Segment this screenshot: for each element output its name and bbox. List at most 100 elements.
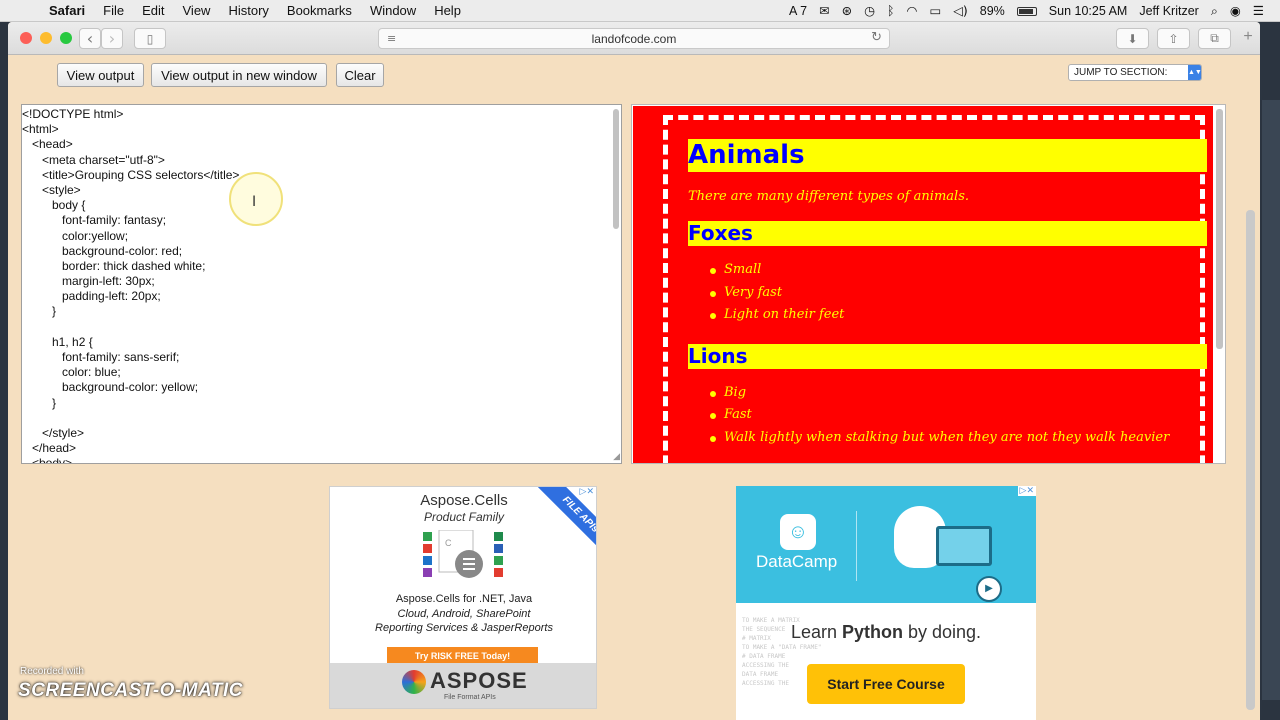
code-line[interactable]: <style>: [22, 183, 239, 198]
start-free-course-button[interactable]: Start Free Course: [807, 664, 965, 704]
menu-app-safari[interactable]: Safari: [40, 3, 94, 18]
airplay-icon[interactable]: ▭: [923, 3, 947, 18]
list-item: Very fast: [710, 282, 1200, 305]
code-line[interactable]: </style>: [22, 426, 239, 441]
clear-button[interactable]: Clear: [336, 63, 384, 87]
list-item: Big: [710, 382, 1200, 405]
menu-bar: Safari File Edit View History Bookmarks …: [0, 0, 1280, 22]
volume-icon[interactable]: ◁): [947, 3, 974, 18]
divider: [856, 511, 857, 581]
menu-window[interactable]: Window: [361, 3, 425, 18]
code-line[interactable]: <!DOCTYPE html>: [22, 107, 239, 122]
code-line[interactable]: margin-left: 30px;: [22, 274, 239, 289]
preview-scrollbar[interactable]: [1216, 109, 1223, 349]
ad-choices-icon[interactable]: ▷✕: [1017, 486, 1036, 496]
zoom-window-button[interactable]: [60, 32, 72, 44]
menu-history[interactable]: History: [219, 3, 277, 18]
code-line[interactable]: border: thick dashed white;: [22, 259, 239, 274]
reader-icon[interactable]: ≡: [387, 32, 396, 45]
spotlight-search-icon[interactable]: ⌕: [1205, 3, 1224, 19]
code-line[interactable]: <meta charset="utf-8">: [22, 153, 239, 168]
learn-bold: Python: [841, 622, 903, 642]
svg-text:C: C: [445, 538, 452, 548]
ad-desc-line2: Cloud, Android, SharePoint: [397, 607, 531, 620]
siri-icon[interactable]: ◉: [1224, 3, 1247, 18]
code-line[interactable]: padding-left: 20px;: [22, 289, 239, 304]
downloads-button[interactable]: ⬇: [1116, 28, 1149, 49]
code-line[interactable]: <title>Grouping CSS selectors</title>: [22, 168, 239, 183]
view-output-button[interactable]: View output: [57, 63, 144, 87]
menu-view[interactable]: View: [174, 3, 220, 18]
menu-file[interactable]: File: [94, 3, 133, 18]
time-machine-icon[interactable]: ◷: [858, 3, 881, 18]
forward-button[interactable]: ›: [101, 28, 123, 49]
aspose-footer: ASPOSE File Format APIs: [330, 663, 596, 708]
resize-grip-icon[interactable]: ◢: [613, 451, 620, 462]
file-format-icons: C: [423, 530, 503, 578]
browser-toolbar: ‹ › ▯ ≡ landofcode.com ↻ ⬇ ⇧ ⧉ +: [8, 22, 1260, 55]
code-editor[interactable]: <!DOCTYPE html> <html> <head> <meta chars…: [21, 104, 622, 464]
text-cursor-icon: I: [252, 194, 257, 210]
window-scrollbar[interactable]: [1246, 210, 1255, 710]
adobe-status-item[interactable]: A 7: [783, 4, 813, 18]
battery-icon[interactable]: [1011, 4, 1043, 18]
preview-body: Animals There are many different types o…: [663, 115, 1207, 463]
user-name[interactable]: Jeff Kritzer: [1133, 4, 1205, 18]
dropbox-icon[interactable]: ✉: [813, 3, 835, 18]
aspose-ad[interactable]: Aspose.Cells Product Family FILE APIs C …: [329, 486, 597, 709]
code-line[interactable]: }: [22, 304, 239, 319]
list-item: Walk lightly when stalking but when they…: [710, 427, 1200, 450]
bluetooth-icon[interactable]: ᛒ: [881, 3, 901, 18]
sidebar-toggle-button[interactable]: ▯: [134, 28, 166, 49]
menu-help[interactable]: Help: [425, 3, 470, 18]
safari-window: ‹ › ▯ ≡ landofcode.com ↻ ⬇ ⇧ ⧉ + View ou…: [8, 22, 1260, 720]
code-line[interactable]: <head>: [22, 137, 239, 152]
menu-bookmarks[interactable]: Bookmarks: [278, 3, 361, 18]
wifi-icon[interactable]: ◠: [901, 3, 924, 18]
learn-suffix: by doing.: [902, 622, 982, 642]
datacamp-brand: DataCamp: [756, 552, 838, 571]
code-line[interactable]: [22, 411, 239, 426]
code-line[interactable]: background-color: red;: [22, 244, 239, 259]
page-content: View output View output in new window Cl…: [8, 55, 1260, 720]
code-line[interactable]: }: [22, 396, 239, 411]
notification-center-icon[interactable]: ☰: [1247, 3, 1270, 18]
code-line[interactable]: background-color: yellow;: [22, 380, 239, 395]
code-line[interactable]: body {: [22, 198, 239, 213]
minimize-window-button[interactable]: [40, 32, 52, 44]
tabs-overview-button[interactable]: ⧉: [1198, 28, 1231, 49]
code-text[interactable]: <!DOCTYPE html> <html> <head> <meta chars…: [22, 107, 239, 463]
ad-choices-icon[interactable]: ▷✕: [577, 487, 596, 497]
status-area: A 7 ✉ ⊛ ◷ ᛒ ◠ ▭ ◁) 89% Sun 10:25 AM Jeff…: [783, 3, 1280, 19]
menu-edit[interactable]: Edit: [133, 3, 173, 18]
select-arrows-icon: ▲▼: [1188, 65, 1202, 80]
datacamp-banner: ☺ DataCamp ▶: [736, 486, 1036, 603]
battery-percent[interactable]: 89%: [974, 4, 1011, 18]
aspose-logo: ASPOSE: [430, 668, 528, 693]
share-button[interactable]: ⇧: [1157, 28, 1190, 49]
code-line[interactable]: h1, h2 {: [22, 335, 239, 350]
code-line[interactable]: <html>: [22, 122, 239, 137]
datacamp-logo-icon: ☺: [780, 514, 816, 550]
datacamp-ad[interactable]: ☺ DataCamp ▶ TO MAKE A MATRIX THE SEQUEN…: [736, 486, 1036, 720]
list-item: Light on their feet: [710, 304, 1200, 327]
editor-scrollbar[interactable]: [613, 109, 619, 229]
sync-icon[interactable]: ⊛: [836, 3, 858, 18]
code-line[interactable]: color: blue;: [22, 365, 239, 380]
jump-select-value: JUMP TO SECTION:: [1074, 67, 1168, 78]
reload-icon[interactable]: ↻: [871, 30, 882, 45]
code-line[interactable]: <body>: [22, 456, 239, 463]
back-button[interactable]: ‹: [79, 28, 101, 49]
view-output-new-window-button[interactable]: View output in new window: [151, 63, 327, 87]
close-window-button[interactable]: [20, 32, 32, 44]
code-line[interactable]: </head>: [22, 441, 239, 456]
clock[interactable]: Sun 10:25 AM: [1043, 4, 1134, 18]
new-tab-button[interactable]: +: [1236, 28, 1260, 49]
address-bar[interactable]: ≡ landofcode.com ↻: [378, 28, 890, 49]
jump-to-section-select[interactable]: JUMP TO SECTION: ▲▼: [1068, 64, 1202, 81]
code-line[interactable]: font-family: fantasy;: [22, 213, 239, 228]
code-line[interactable]: [22, 320, 239, 335]
code-line[interactable]: font-family: sans-serif;: [22, 350, 239, 365]
code-line[interactable]: color:yellow;: [22, 229, 239, 244]
learn-python-headline: Learn Python by doing.: [736, 622, 1036, 643]
